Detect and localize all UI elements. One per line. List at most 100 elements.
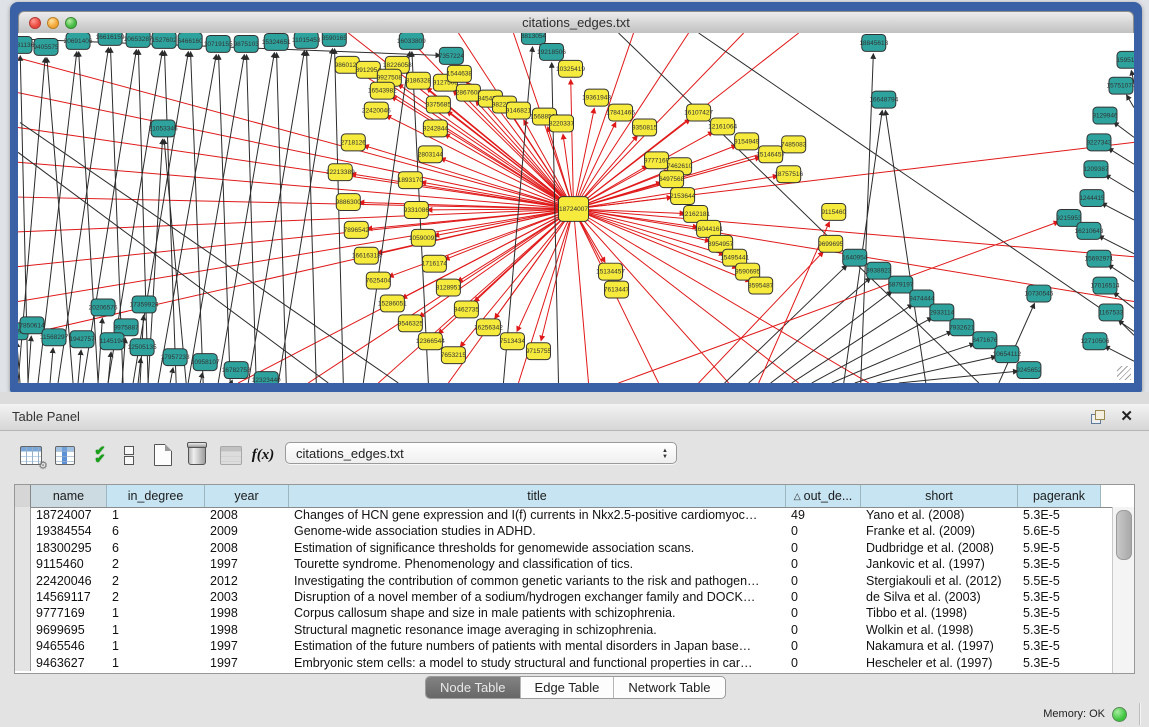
cell-in_degree[interactable]: 6 [107, 540, 205, 556]
table-row[interactable]: 911546021997Tourette syndrome. Phenomeno… [15, 556, 1113, 572]
panel-splitter[interactable] [0, 392, 1149, 404]
cell-title[interactable]: Genome-wide association studies in ADHD. [289, 523, 786, 539]
cell-in_degree[interactable]: 2 [107, 589, 205, 605]
cell-year[interactable]: 2008 [205, 540, 289, 556]
cell-year[interactable]: 1997 [205, 638, 289, 654]
cell-in_degree[interactable]: 1 [107, 638, 205, 654]
cell-pagerank[interactable]: 5.3E-5 [1018, 507, 1101, 523]
table-row[interactable]: 1456911722003Disruption of a novel membe… [15, 589, 1113, 605]
float-window-icon[interactable] [1091, 410, 1105, 424]
cell-title[interactable]: Changes of HCN gene expression and I(f) … [289, 507, 786, 523]
cell-name[interactable]: 9463627 [31, 655, 107, 671]
cell-year[interactable]: 1998 [205, 605, 289, 621]
cell-name[interactable]: 14569117 [31, 589, 107, 605]
cell-year[interactable]: 2008 [205, 507, 289, 523]
cell-title[interactable]: Corpus callosum shape and size in male p… [289, 605, 786, 621]
cell-name[interactable]: 9115460 [31, 556, 107, 572]
network-graph[interactable]: 1872400798601248912954182260589927508165… [18, 33, 1134, 383]
table-row[interactable]: 1830029562008Estimation of significance … [15, 540, 1113, 556]
vertical-scrollbar[interactable] [1112, 507, 1134, 673]
cell-out_de[interactable]: 0 [786, 638, 861, 654]
cell-out_de[interactable]: 0 [786, 589, 861, 605]
network-canvas[interactable]: 1872400798601248912954182260589927508165… [18, 33, 1134, 383]
cell-name[interactable]: 9777169 [31, 605, 107, 621]
column-header-short[interactable]: short [861, 485, 1018, 507]
cell-short[interactable]: Jankovic et al. (1997) [861, 556, 1018, 572]
cell-name[interactable]: 19384554 [31, 523, 107, 539]
cell-short[interactable]: Stergiakouli et al. (2012) [861, 573, 1018, 589]
cell-pagerank[interactable]: 5.3E-5 [1018, 622, 1101, 638]
function-builder-button[interactable]: f(x) [250, 442, 276, 468]
cell-in_degree[interactable]: 1 [107, 655, 205, 671]
cell-pagerank[interactable]: 5.3E-5 [1018, 605, 1101, 621]
scrollbar-thumb[interactable] [1116, 510, 1132, 560]
cell-title[interactable]: Embryonic stem cells: a model to study s… [289, 655, 786, 671]
cell-short[interactable]: Tibbo et al. (1998) [861, 605, 1018, 621]
column-visibility-button[interactable] [52, 442, 78, 468]
cell-name[interactable]: 18300295 [31, 540, 107, 556]
cell-year[interactable]: 2012 [205, 573, 289, 589]
cell-year[interactable]: 1997 [205, 655, 289, 671]
close-panel-icon[interactable]: ✕ [1120, 407, 1133, 425]
table-mode-button[interactable]: ⚙ [18, 442, 44, 468]
cell-short[interactable]: Nakamura et al. (1997) [861, 638, 1018, 654]
cell-in_degree[interactable]: 6 [107, 523, 205, 539]
cell-out_de[interactable]: 0 [786, 655, 861, 671]
column-header-out_de[interactable]: △out_de... [786, 485, 861, 507]
cell-out_de[interactable]: 0 [786, 523, 861, 539]
cell-pagerank[interactable]: 5.3E-5 [1018, 589, 1101, 605]
cell-name[interactable]: 18724007 [31, 507, 107, 523]
cell-title[interactable]: Estimation of the future numbers of pati… [289, 638, 786, 654]
cell-in_degree[interactable]: 2 [107, 556, 205, 572]
cell-title[interactable]: Estimation of significance thresholds fo… [289, 540, 786, 556]
column-header-pagerank[interactable]: pagerank [1018, 485, 1101, 507]
canvas-resize-grip-icon[interactable] [1117, 366, 1131, 380]
cell-pagerank[interactable]: 5.5E-5 [1018, 573, 1101, 589]
cell-title[interactable]: Structural magnetic resonance image aver… [289, 622, 786, 638]
import-table-button[interactable] [218, 442, 244, 468]
cell-year[interactable]: 1998 [205, 622, 289, 638]
cell-in_degree[interactable]: 1 [107, 622, 205, 638]
cell-short[interactable]: Franke et al. (2009) [861, 523, 1018, 539]
cell-out_de[interactable]: 0 [786, 540, 861, 556]
table-row[interactable]: 977716911998Corpus callosum shape and si… [15, 605, 1113, 621]
tab-node-table[interactable]: Node Table [426, 677, 521, 698]
table-row[interactable]: 969969511998Structural magnetic resonanc… [15, 622, 1113, 638]
cell-short[interactable]: Dudbridge et al. (2008) [861, 540, 1018, 556]
table-selector-dropdown[interactable]: citations_edges.txt ▲▼ [285, 442, 677, 464]
cell-name[interactable]: 22420046 [31, 573, 107, 589]
cell-out_de[interactable]: 0 [786, 605, 861, 621]
cell-in_degree[interactable]: 1 [107, 605, 205, 621]
cell-short[interactable]: de Silva et al. (2003) [861, 589, 1018, 605]
deselect-all-button[interactable] [116, 442, 142, 468]
cell-title[interactable]: Investigating the contribution of common… [289, 573, 786, 589]
table-row[interactable]: 2242004622012Investigating the contribut… [15, 573, 1113, 589]
cell-pagerank[interactable]: 5.9E-5 [1018, 540, 1101, 556]
new-row-button[interactable] [150, 442, 176, 468]
cell-name[interactable]: 9465546 [31, 638, 107, 654]
table-row[interactable]: 1872400712008Changes of HCN gene express… [15, 507, 1113, 523]
select-all-button[interactable]: ✔✔ [86, 442, 112, 468]
tab-edge-table[interactable]: Edge Table [521, 677, 615, 698]
table-row[interactable]: 1938455462009Genome-wide association stu… [15, 523, 1113, 539]
cell-out_de[interactable]: 0 [786, 573, 861, 589]
column-header-name[interactable]: name [31, 485, 107, 507]
cell-short[interactable]: Yano et al. (2008) [861, 507, 1018, 523]
cell-pagerank[interactable]: 5.6E-5 [1018, 523, 1101, 539]
column-header-year[interactable]: year [205, 485, 289, 507]
table-row[interactable]: 946362711997Embryonic stem cells: a mode… [15, 655, 1113, 671]
cell-pagerank[interactable]: 5.3E-5 [1018, 556, 1101, 572]
cell-in_degree[interactable]: 1 [107, 507, 205, 523]
cell-year[interactable]: 2009 [205, 523, 289, 539]
column-header-in_degree[interactable]: in_degree [107, 485, 205, 507]
cell-short[interactable]: Hescheler et al. (1997) [861, 655, 1018, 671]
cell-year[interactable]: 1997 [205, 556, 289, 572]
table-row[interactable]: 946554611997Estimation of the future num… [15, 638, 1113, 654]
cell-short[interactable]: Wolkin et al. (1998) [861, 622, 1018, 638]
cell-pagerank[interactable]: 5.3E-5 [1018, 655, 1101, 671]
cell-title[interactable]: Tourette syndrome. Phenomenology and cla… [289, 556, 786, 572]
cell-out_de[interactable]: 49 [786, 507, 861, 523]
cell-out_de[interactable]: 0 [786, 622, 861, 638]
cell-out_de[interactable]: 0 [786, 556, 861, 572]
column-header-title[interactable]: title [289, 485, 786, 507]
